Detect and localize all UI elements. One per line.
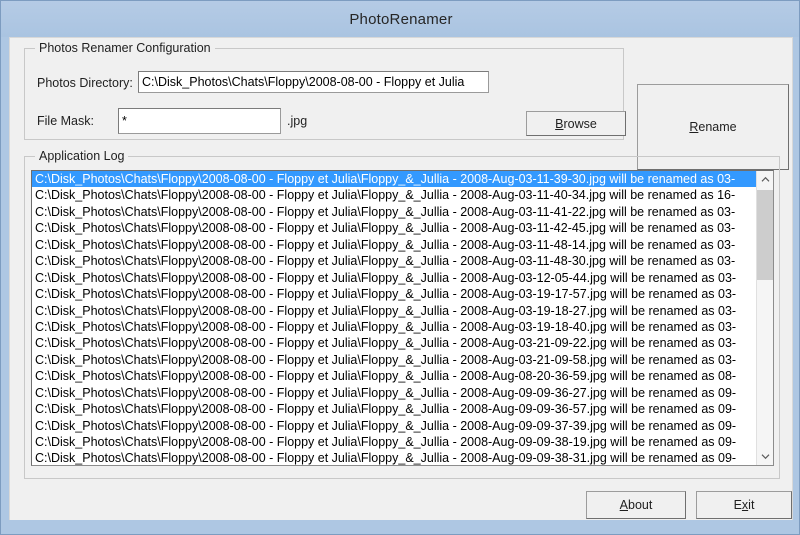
log-groupbox-title: Application Log: [35, 149, 129, 163]
exit-button[interactable]: Ex it: [696, 491, 792, 519]
log-row[interactable]: C:\Disk_Photos\Chats\Floppy\2008-08-00 -…: [32, 237, 758, 253]
log-row[interactable]: C:\Disk_Photos\Chats\Floppy\2008-08-00 -…: [32, 303, 758, 319]
browse-accel-char: B: [555, 116, 564, 131]
photos-directory-label: Photos Directory:: [37, 76, 133, 90]
log-scrollbar[interactable]: [756, 171, 773, 465]
title-bar: PhotoRenamer: [1, 1, 799, 37]
about-accel-char: A: [619, 498, 628, 512]
log-row[interactable]: C:\Disk_Photos\Chats\Floppy\2008-08-00 -…: [32, 253, 758, 269]
browse-label: rowse: [563, 116, 597, 131]
exit-label-suffix: it: [748, 498, 755, 512]
log-row[interactable]: C:\Disk_Photos\Chats\Floppy\2008-08-00 -…: [32, 352, 758, 368]
browse-button[interactable]: Browse: [526, 111, 626, 136]
log-row[interactable]: C:\Disk_Photos\Chats\Floppy\2008-08-00 -…: [32, 187, 758, 203]
log-rows-container: C:\Disk_Photos\Chats\Floppy\2008-08-00 -…: [32, 171, 758, 465]
file-mask-extension-label: .jpg: [287, 114, 308, 128]
about-label: bout: [628, 498, 653, 512]
log-groupbox: Application Log C:\Disk_Photos\Chats\Flo…: [24, 149, 780, 479]
about-button[interactable]: About: [586, 491, 686, 519]
chevron-down-icon[interactable]: [757, 448, 773, 465]
log-row[interactable]: C:\Disk_Photos\Chats\Floppy\2008-08-00 -…: [32, 171, 758, 188]
application-window: PhotoRenamer Photos Renamer Configuratio…: [0, 0, 800, 535]
log-row[interactable]: C:\Disk_Photos\Chats\Floppy\2008-08-00 -…: [32, 418, 758, 434]
log-row[interactable]: C:\Disk_Photos\Chats\Floppy\2008-08-00 -…: [32, 220, 758, 236]
file-mask-input[interactable]: [118, 108, 281, 134]
log-row[interactable]: C:\Disk_Photos\Chats\Floppy\2008-08-00 -…: [32, 286, 758, 302]
log-row[interactable]: C:\Disk_Photos\Chats\Floppy\2008-08-00 -…: [32, 204, 758, 220]
config-groupbox: Photos Renamer Configuration Photos Dire…: [24, 41, 626, 140]
window-title: PhotoRenamer: [349, 10, 453, 28]
scrollbar-thumb[interactable]: [757, 190, 773, 280]
exit-label-prefix: E: [733, 498, 742, 512]
rename-accel-char: R: [689, 120, 699, 134]
log-row[interactable]: C:\Disk_Photos\Chats\Floppy\2008-08-00 -…: [32, 335, 758, 351]
log-row[interactable]: C:\Disk_Photos\Chats\Floppy\2008-08-00 -…: [32, 368, 758, 384]
chevron-up-icon[interactable]: [757, 171, 773, 188]
log-row[interactable]: C:\Disk_Photos\Chats\Floppy\2008-08-00 -…: [32, 270, 758, 286]
application-log-list[interactable]: C:\Disk_Photos\Chats\Floppy\2008-08-00 -…: [31, 170, 774, 466]
file-mask-label: File Mask:: [37, 114, 94, 128]
log-row[interactable]: C:\Disk_Photos\Chats\Floppy\2008-08-00 -…: [32, 434, 758, 450]
log-row[interactable]: C:\Disk_Photos\Chats\Floppy\2008-08-00 -…: [32, 450, 758, 465]
photos-directory-input[interactable]: [138, 71, 489, 93]
log-row[interactable]: C:\Disk_Photos\Chats\Floppy\2008-08-00 -…: [32, 401, 758, 417]
log-row[interactable]: C:\Disk_Photos\Chats\Floppy\2008-08-00 -…: [32, 385, 758, 401]
config-groupbox-title: Photos Renamer Configuration: [35, 41, 215, 55]
log-row[interactable]: C:\Disk_Photos\Chats\Floppy\2008-08-00 -…: [32, 319, 758, 335]
rename-label: ename: [698, 120, 737, 134]
client-area: Photos Renamer Configuration Photos Dire…: [9, 37, 793, 520]
